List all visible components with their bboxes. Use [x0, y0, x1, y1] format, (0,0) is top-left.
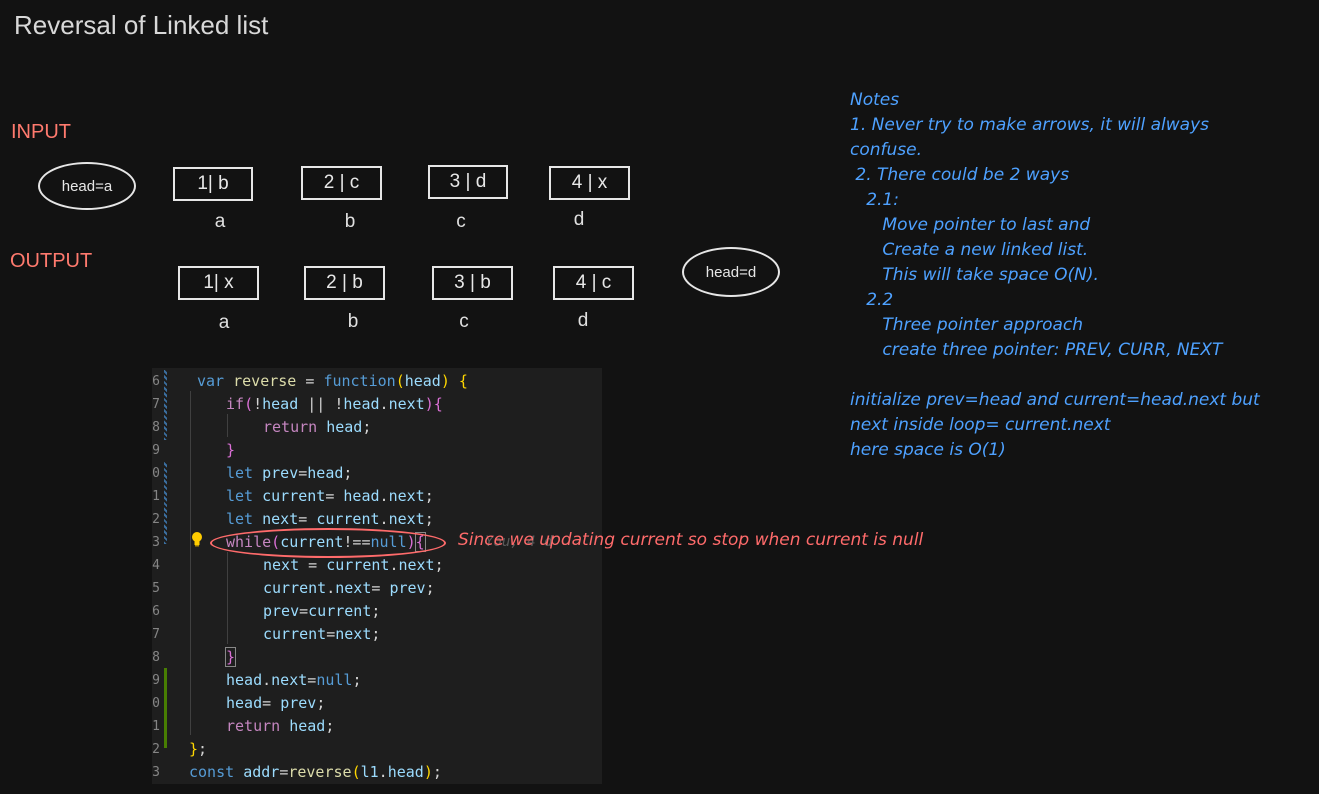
input-addr-2: b — [344, 211, 356, 232]
output-node-4: 4 | c — [553, 266, 634, 300]
code-line[interactable]: let prev=head; — [226, 462, 352, 485]
notes-line: This will take space O(N). — [850, 265, 1099, 285]
gutter-change-marker — [164, 462, 167, 544]
code-line[interactable]: }; — [189, 738, 207, 761]
code-line[interactable]: let current= head.next; — [226, 485, 434, 508]
line-number: 2 — [152, 512, 160, 527]
input-node-3: 3 | d — [428, 165, 508, 199]
input-addr-4: d — [573, 209, 585, 230]
annotation-ellipse — [210, 528, 446, 558]
notes-panel: Notes 1. Never try to make arrows, it wi… — [850, 88, 1315, 463]
page-title: Reversal of Linked list — [14, 10, 269, 40]
line-number: 0 — [152, 696, 160, 711]
line-number: 3 — [152, 535, 160, 550]
line-number: 7 — [152, 397, 160, 412]
output-node-2: 2 | b — [304, 266, 385, 300]
output-node-3: 3 | b — [432, 266, 513, 300]
line-number: 3 — [152, 765, 160, 780]
code-line[interactable]: } — [226, 439, 235, 462]
input-label: INPUT — [11, 121, 71, 143]
notes-line: 2.1: — [850, 190, 899, 210]
line-number: 6 — [152, 604, 160, 619]
code-line[interactable]: current=next; — [263, 623, 380, 646]
output-node-1: 1| x — [178, 266, 259, 300]
line-number: 2 — [152, 742, 160, 757]
line-number: 9 — [152, 443, 160, 458]
notes-line: next inside loop= current.next — [850, 415, 1111, 435]
line-number: 8 — [152, 650, 160, 665]
output-head-node: head=d — [682, 247, 780, 297]
output-addr-1: a — [218, 312, 230, 333]
output-addr-3: c — [459, 311, 469, 332]
indent-guide — [227, 414, 228, 437]
line-number: 1 — [152, 719, 160, 734]
code-line[interactable]: } — [224, 646, 237, 669]
input-addr-3: c — [456, 211, 466, 232]
line-number: 5 — [152, 581, 160, 596]
code-line[interactable]: return head; — [226, 715, 334, 738]
notes-line: 2.2 — [850, 290, 894, 310]
line-number: 7 — [152, 627, 160, 642]
code-line[interactable]: head= prev; — [226, 692, 325, 715]
gutter-added-marker — [164, 668, 167, 748]
input-head-node: head=a — [38, 162, 136, 210]
input-node-4: 4 | x — [549, 166, 630, 200]
notes-line — [850, 363, 1315, 388]
line-number: 8 — [152, 420, 160, 435]
output-label: OUTPUT — [10, 250, 93, 272]
line-number: 9 — [152, 673, 160, 688]
notes-line: initialize prev=head and current=head.ne… — [850, 390, 1260, 410]
code-editor[interactable]: 6 7 8 9 0 1 2 3 4 5 6 7 8 9 0 1 2 3 var … — [152, 368, 602, 784]
code-line[interactable]: return head; — [263, 416, 371, 439]
indent-guide — [190, 391, 191, 735]
line-number: 1 — [152, 489, 160, 504]
code-line[interactable]: if(!head || !head.next){ — [226, 393, 443, 416]
output-addr-4: d — [577, 310, 589, 331]
notes-line: Three pointer approach — [850, 315, 1084, 335]
input-node-1: 1| b — [173, 167, 253, 201]
notes-heading: Notes — [850, 90, 900, 110]
gutter-change-marker — [164, 370, 167, 440]
notes-line: 2. There could be 2 ways — [850, 165, 1070, 185]
input-node-2: 2 | c — [301, 166, 382, 200]
code-line[interactable]: head.next=null; — [226, 669, 361, 692]
notes-line: here space is O(1) — [850, 440, 1006, 460]
annotation-note: Since we updating current so stop when c… — [458, 530, 924, 550]
line-number: 6 — [152, 374, 160, 389]
code-line[interactable]: prev=current; — [263, 600, 380, 623]
output-addr-2: b — [347, 311, 359, 332]
code-line[interactable]: var reverse = function(head) { — [197, 370, 468, 393]
lightbulb-icon[interactable] — [191, 531, 203, 547]
notes-line: Move pointer to last and — [850, 215, 1091, 235]
code-line[interactable]: const addr=reverse(l1.head); — [189, 761, 442, 784]
notes-line: create three pointer: PREV, CURR, NEXT — [850, 340, 1223, 360]
notes-line: 1. Never try to make arrows, it will alw… — [850, 115, 1210, 135]
notes-line: confuse. — [850, 140, 923, 160]
line-number: 0 — [152, 466, 160, 481]
line-number: 4 — [152, 558, 160, 573]
input-addr-1: a — [214, 211, 226, 232]
notes-line: Create a new linked list. — [850, 240, 1089, 260]
code-line[interactable]: current.next= prev; — [263, 577, 435, 600]
indent-guide — [227, 552, 228, 644]
